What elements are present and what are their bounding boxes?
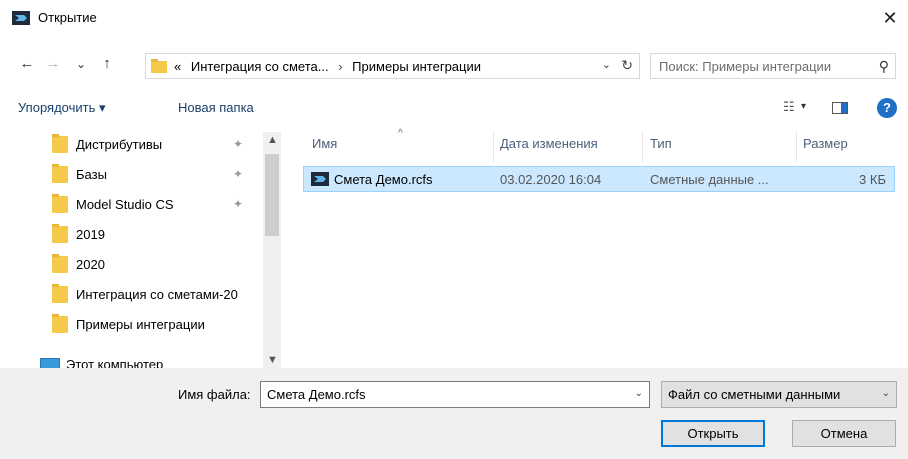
breadcrumb-overflow[interactable]: «: [174, 59, 181, 74]
folder-icon: [52, 164, 68, 183]
scroll-thumb[interactable]: [265, 154, 279, 236]
sidebar-item-distributives[interactable]: Дистрибутивы ✦: [0, 130, 264, 160]
column-divider[interactable]: [642, 132, 643, 162]
file-type: Сметные данные ...: [650, 172, 769, 187]
column-divider[interactable]: [796, 132, 797, 162]
file-type-filter-value[interactable]: Файл со сметными данными: [668, 387, 840, 402]
address-dropdown-icon[interactable]: ⌄: [602, 58, 611, 71]
search-input[interactable]: Поиск: Примеры интеграции: [659, 59, 831, 74]
file-type-filter[interactable]: Файл со сметными данными ⌄: [661, 381, 897, 408]
sidebar-item-label: Примеры интеграции: [76, 317, 205, 332]
preview-pane-icon[interactable]: [832, 102, 848, 114]
sidebar-item-model-studio[interactable]: Model Studio CS ✦: [0, 190, 264, 220]
file-list: ^ Имя Дата изменения Тип Размер Смета Де…: [290, 128, 908, 368]
sidebar-scrollbar[interactable]: ▲ ▼: [263, 132, 281, 368]
column-header-size[interactable]: Размер: [803, 136, 848, 151]
forward-button[interactable]: →: [44, 55, 62, 73]
computer-icon: [40, 358, 60, 368]
view-options-icon[interactable]: ☷: [783, 99, 795, 115]
column-header-type[interactable]: Тип: [650, 136, 672, 151]
title-bar: Открытие ✕: [0, 0, 908, 36]
sidebar-item-label: Этот компьютер: [66, 357, 164, 368]
filename-value[interactable]: Смета Демо.rcfs: [267, 387, 366, 402]
folder-icon: [52, 284, 68, 303]
folder-icon: [52, 194, 68, 213]
command-bar: Упорядочить ▾ Новая папка ☷ ▾ ?: [0, 92, 908, 124]
search-box[interactable]: Поиск: Примеры интеграции ⚲: [650, 53, 896, 79]
breadcrumb-segment[interactable]: Примеры интеграции: [352, 59, 481, 74]
open-button[interactable]: Открыть: [661, 420, 765, 447]
sidebar-item-label: 2019: [76, 227, 105, 242]
breadcrumb: « Интеграция со смета... › Примеры интег…: [174, 59, 481, 74]
cancel-button[interactable]: Отмена: [792, 420, 896, 447]
help-icon[interactable]: ?: [877, 98, 897, 118]
refresh-icon[interactable]: ↻: [621, 57, 633, 74]
up-button[interactable]: ↑: [98, 55, 116, 73]
filename-label: Имя файла:: [178, 387, 251, 402]
file-name: Смета Демо.rcfs: [334, 172, 433, 187]
breadcrumb-separator[interactable]: ›: [338, 59, 342, 74]
app-logo-icon: [12, 11, 30, 25]
pin-icon[interactable]: ✦: [233, 197, 243, 211]
sidebar-item-2020[interactable]: 2020: [0, 250, 264, 280]
column-divider[interactable]: [493, 132, 494, 162]
navigation-pane: Дистрибутивы ✦ Базы ✦ Model Studio CS ✦ …: [0, 128, 282, 368]
new-folder-button[interactable]: Новая папка: [178, 100, 254, 115]
file-date: 03.02.2020 16:04: [500, 172, 602, 187]
sidebar-item-label: Дистрибутивы: [76, 137, 163, 152]
organize-button[interactable]: Упорядочить ▾: [18, 100, 106, 116]
back-button[interactable]: ←: [18, 55, 36, 73]
table-row[interactable]: Смета Демо.rcfs 03.02.2020 16:04 Сметные…: [303, 166, 895, 192]
open-file-dialog: Открытие ✕ ← → ⌄ ↑ « Интеграция со смета…: [0, 0, 908, 459]
filename-field[interactable]: Смета Демо.rcfs ⌄: [260, 381, 650, 408]
sidebar-item-label: Базы: [76, 167, 107, 182]
sort-ascending-icon: ^: [398, 128, 403, 139]
window-title: Открытие: [38, 10, 97, 25]
folder-icon: [52, 134, 68, 153]
pin-icon[interactable]: ✦: [233, 167, 243, 181]
chevron-down-icon[interactable]: ⌄: [635, 388, 643, 399]
sidebar-item-2019[interactable]: 2019: [0, 220, 264, 250]
folder-icon: [52, 224, 68, 243]
pin-icon[interactable]: ✦: [233, 137, 243, 151]
file-type-icon: [311, 172, 329, 186]
chevron-down-icon[interactable]: ⌄: [882, 388, 890, 399]
sidebar-item-bases[interactable]: Базы ✦: [0, 160, 264, 190]
sidebar-item-this-pc[interactable]: Этот компьютер: [0, 350, 264, 368]
scroll-up-icon[interactable]: ▲: [267, 134, 278, 146]
column-header-name[interactable]: Имя: [312, 136, 337, 151]
file-size: 3 КБ: [859, 172, 886, 187]
breadcrumb-segment[interactable]: Интеграция со смета...: [191, 59, 329, 74]
search-icon[interactable]: ⚲: [879, 58, 889, 75]
folder-icon: [52, 314, 68, 333]
close-button[interactable]: ✕: [878, 6, 902, 30]
sidebar-item-integration[interactable]: Интеграция со сметами-20: [0, 280, 264, 310]
view-dropdown-icon[interactable]: ▾: [801, 101, 806, 112]
sidebar-item-examples[interactable]: Примеры интеграции: [0, 310, 264, 340]
scroll-down-icon[interactable]: ▼: [267, 354, 278, 366]
sidebar-item-label: Интеграция со сметами-20: [76, 287, 238, 302]
recent-locations-button[interactable]: ⌄: [72, 55, 90, 73]
folder-icon: [151, 59, 167, 73]
sidebar-item-label: Model Studio CS: [76, 197, 174, 212]
sidebar-item-label: 2020: [76, 257, 105, 272]
footer-panel: Имя файла: Смета Демо.rcfs ⌄ Файл со сме…: [0, 368, 908, 459]
address-bar[interactable]: « Интеграция со смета... › Примеры интег…: [145, 53, 640, 79]
column-header-date[interactable]: Дата изменения: [500, 136, 598, 151]
folder-icon: [52, 254, 68, 273]
